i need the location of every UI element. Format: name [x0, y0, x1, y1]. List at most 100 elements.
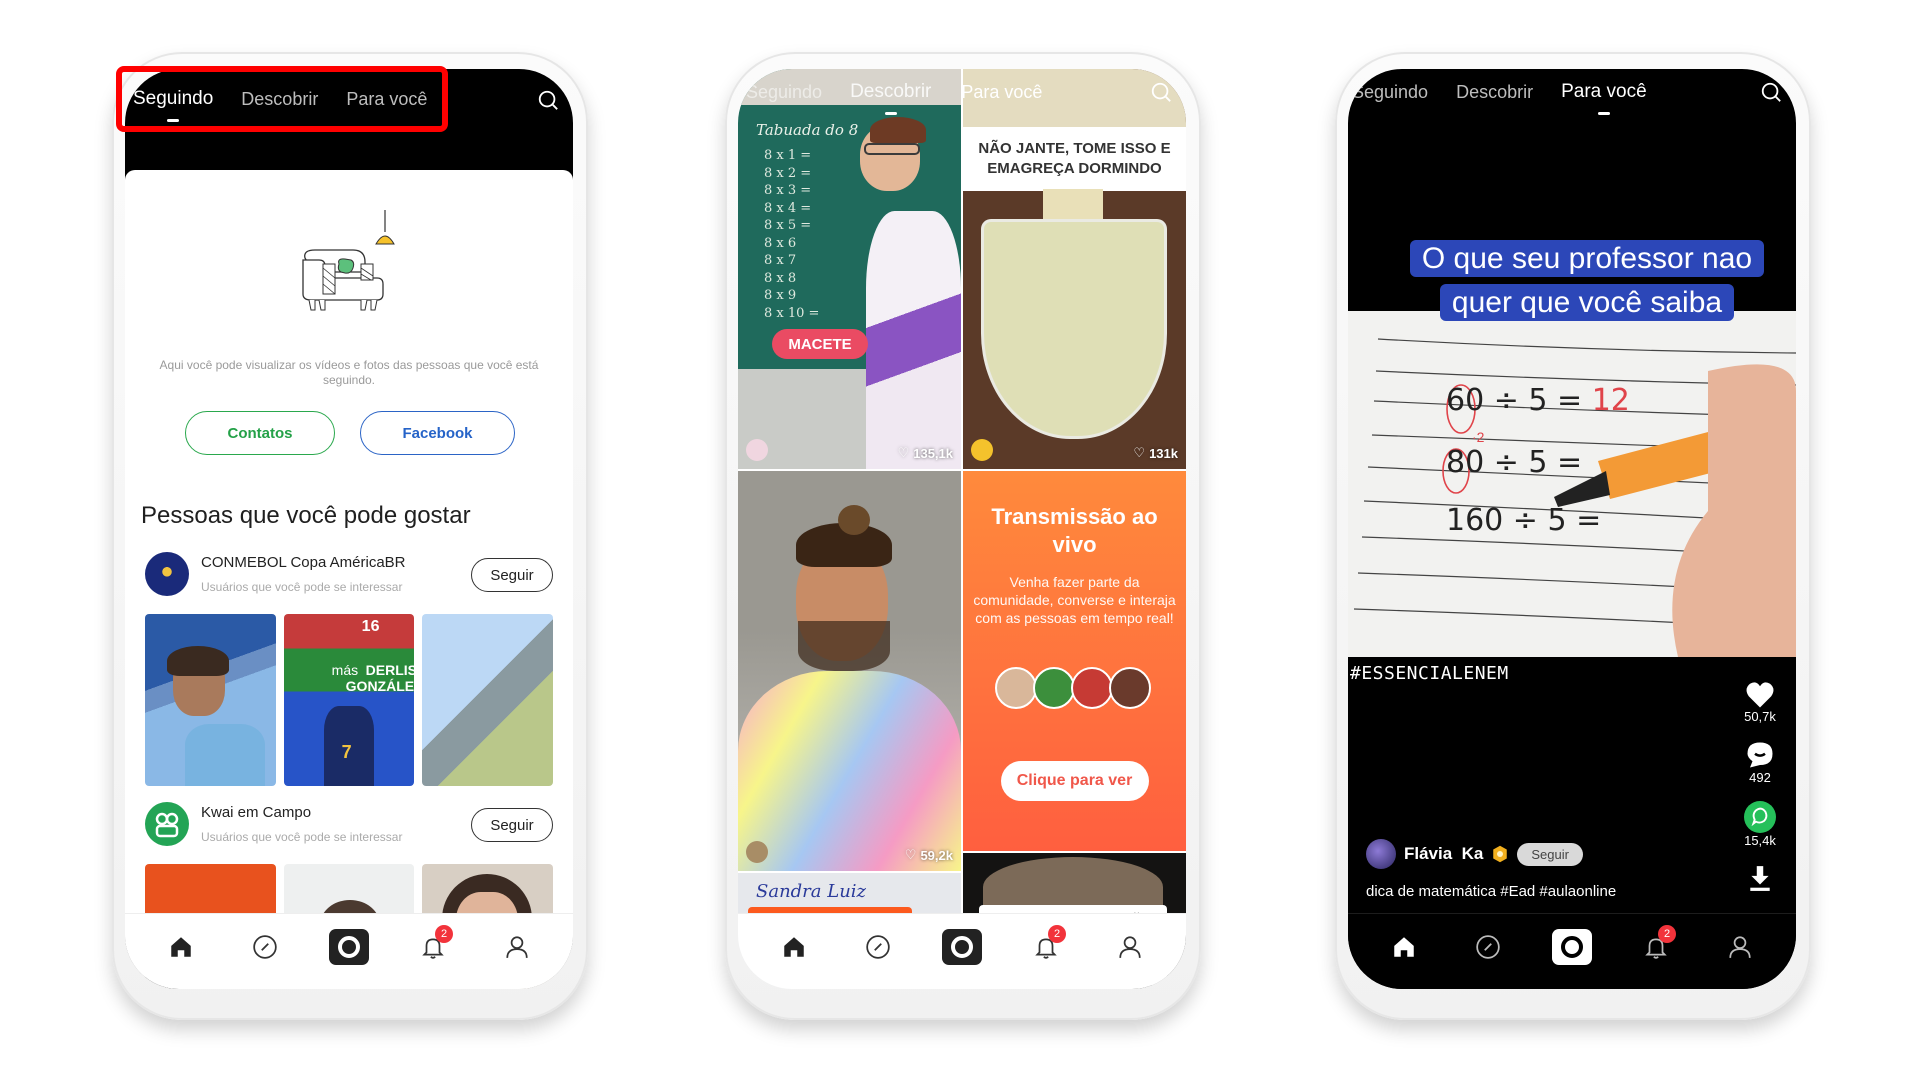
- nav-notifications[interactable]: 2: [409, 924, 457, 967]
- home-icon: [784, 936, 804, 957]
- side-actions: 50,7k 492 15,4k: [1734, 681, 1786, 908]
- kwai-avatar: [145, 802, 189, 846]
- suggestions-title: Pessoas que você pode gostar: [141, 502, 471, 529]
- phone-screen: Seguindo Descobrir Para você: [1348, 69, 1796, 989]
- tab-for-you[interactable]: Para você: [1561, 81, 1647, 115]
- author-name[interactable]: Flávia Ka: [1404, 844, 1483, 864]
- nav-profile[interactable]: [1106, 927, 1154, 967]
- home-icon: [171, 936, 191, 957]
- live-description: Venha fazer parte da comunidade, convers…: [973, 574, 1176, 626]
- nav-home[interactable]: [770, 927, 818, 967]
- nav-camera[interactable]: [1548, 927, 1596, 967]
- tab-following[interactable]: Seguindo: [133, 88, 213, 122]
- nav-home[interactable]: [157, 927, 205, 967]
- table-row: 8 x 4 =: [764, 200, 812, 216]
- thumbnail[interactable]: [422, 614, 554, 786]
- live-title: Transmissão ao vivo: [991, 504, 1158, 557]
- share-whatsapp-button[interactable]: 15,4k: [1744, 801, 1776, 848]
- suggestion-item[interactable]: CONMEBOL Copa AméricaBR Usuários que voc…: [145, 552, 553, 602]
- search-icon[interactable]: [1150, 81, 1172, 103]
- heart-icon: ♡: [1133, 445, 1146, 460]
- comment-icon: [1747, 742, 1773, 768]
- like-count: 50,7k: [1744, 709, 1776, 724]
- heart-icon: ♡: [904, 847, 917, 862]
- suggestion-subtitle: Usuários que você pode se interessar: [201, 580, 403, 594]
- nav-profile[interactable]: [1716, 927, 1764, 967]
- avatar: [1108, 667, 1151, 709]
- tab-discover[interactable]: Descobrir: [850, 81, 931, 115]
- compass-icon: [1476, 934, 1500, 959]
- profile-icon: [1119, 935, 1141, 958]
- video-tile-smoothie[interactable]: NÃO JANTE, TOME ISSO E EMAGREÇA DORMINDO…: [963, 69, 1186, 469]
- bottom-nav: 2: [738, 913, 1186, 989]
- comment-button[interactable]: 492: [1745, 740, 1775, 785]
- compass-icon: [253, 934, 277, 959]
- top-tabs: Seguindo Descobrir Para você: [1348, 69, 1796, 115]
- sofa-illustration-icon: [302, 210, 395, 311]
- heart-icon: ♡: [897, 445, 910, 460]
- table-row: 8 x 1 =: [764, 148, 812, 163]
- author-avatar[interactable]: [1366, 839, 1396, 869]
- comment-count: 492: [1749, 770, 1771, 785]
- tab-for-you[interactable]: Para você: [346, 89, 427, 110]
- download-button[interactable]: [1747, 864, 1773, 892]
- video-hashtag: #ESSENCIALENEM: [1350, 663, 1509, 684]
- tab-discover[interactable]: Descobrir: [1456, 82, 1533, 103]
- facebook-button[interactable]: Facebook: [360, 411, 515, 455]
- live-stream-card[interactable]: Transmissão ao vivo Venha fazer parte da…: [963, 471, 1186, 851]
- nav-home[interactable]: [1380, 927, 1428, 967]
- tab-for-you[interactable]: Para você: [961, 82, 1042, 103]
- table-row: 8 x 8: [764, 270, 797, 286]
- thumbnail[interactable]: 16 más DERLIS GONZÁLEZ 7: [283, 614, 415, 786]
- suggestion-item[interactable]: Kwai em Campo Usuários que você pode se …: [145, 802, 553, 852]
- math-equation: 160 ÷ 5 =: [1446, 503, 1611, 538]
- nav-profile[interactable]: [493, 927, 541, 967]
- video-tile-teacher[interactable]: Tabuada do 8 8 x 1 = 8 x 2 = 8 x 3 = 8 x 4 …: [738, 69, 961, 469]
- follow-button[interactable]: Seguir: [471, 558, 553, 592]
- like-button[interactable]: 50,7k: [1744, 681, 1776, 724]
- bottom-nav: 2: [1348, 913, 1796, 989]
- share-count: 15,4k: [1744, 833, 1776, 848]
- compass-icon: [866, 934, 890, 959]
- video-caption: O que seu professor nao quer que você sai…: [1378, 237, 1796, 325]
- search-icon[interactable]: [537, 89, 559, 111]
- conmebol-avatar: [145, 552, 189, 596]
- smoothie-title: NÃO JANTE, TOME ISSO E EMAGREÇA DORMINDO: [963, 127, 1186, 191]
- tab-discover[interactable]: Descobrir: [241, 89, 318, 110]
- nav-camera[interactable]: [325, 927, 373, 967]
- nav-notifications[interactable]: 2: [1022, 924, 1070, 967]
- avatar: [971, 439, 993, 461]
- phone-for-you: Seguindo Descobrir Para você 60 ÷ 5 = 12…: [1335, 52, 1811, 1020]
- tab-following[interactable]: Seguindo: [746, 82, 822, 103]
- table-row: 8 x 3 =: [764, 183, 812, 198]
- nav-notifications[interactable]: 2: [1632, 924, 1680, 967]
- follow-button[interactable]: Seguir: [1517, 842, 1583, 866]
- like-count: ♡ 59,2k: [904, 847, 953, 863]
- video-tile-man[interactable]: ♡ 59,2k: [738, 471, 961, 871]
- suggestion-thumbnails: 16 más DERLIS GONZÁLEZ 7: [145, 614, 554, 786]
- follow-button[interactable]: Seguir: [471, 808, 553, 842]
- top-tabs: Seguindo Descobrir Para você: [738, 69, 1186, 115]
- contacts-button[interactable]: Contatos: [185, 411, 335, 455]
- nav-discover[interactable]: [1464, 927, 1512, 967]
- phone-screen: Seguindo Descobrir Para você Tabuada do …: [738, 69, 1186, 989]
- video-frame[interactable]: 60 ÷ 5 = 12 80 ÷ 5 = 160 ÷ 5 = ·2: [1348, 311, 1796, 657]
- nav-discover[interactable]: [241, 927, 289, 967]
- nav-camera[interactable]: [938, 927, 986, 967]
- macete-tag: MACETE: [772, 329, 868, 359]
- watch-live-button[interactable]: Clique para ver: [1000, 761, 1149, 801]
- tab-following[interactable]: Seguindo: [1352, 82, 1428, 103]
- notification-badge: 2: [1658, 924, 1676, 943]
- heart-icon: [1746, 682, 1774, 708]
- nav-discover[interactable]: [854, 927, 902, 967]
- table-row: 8 x 2 =: [764, 165, 812, 181]
- home-icon: [1394, 936, 1414, 957]
- search-icon[interactable]: [1760, 81, 1782, 103]
- following-panel: Aqui você pode visualizar os vídeos e fo…: [125, 170, 573, 989]
- thumbnail[interactable]: [145, 614, 276, 786]
- avatar: [994, 667, 1037, 709]
- math-equation: 60 ÷ 5 = 12: [1446, 383, 1630, 418]
- phone-following: Seguindo Descobrir Para você Aqui você p…: [112, 52, 588, 1020]
- video-description: dica de matemática #Ead #aulaonline: [1366, 883, 1617, 900]
- math-equation: 80 ÷ 5 =: [1446, 445, 1592, 480]
